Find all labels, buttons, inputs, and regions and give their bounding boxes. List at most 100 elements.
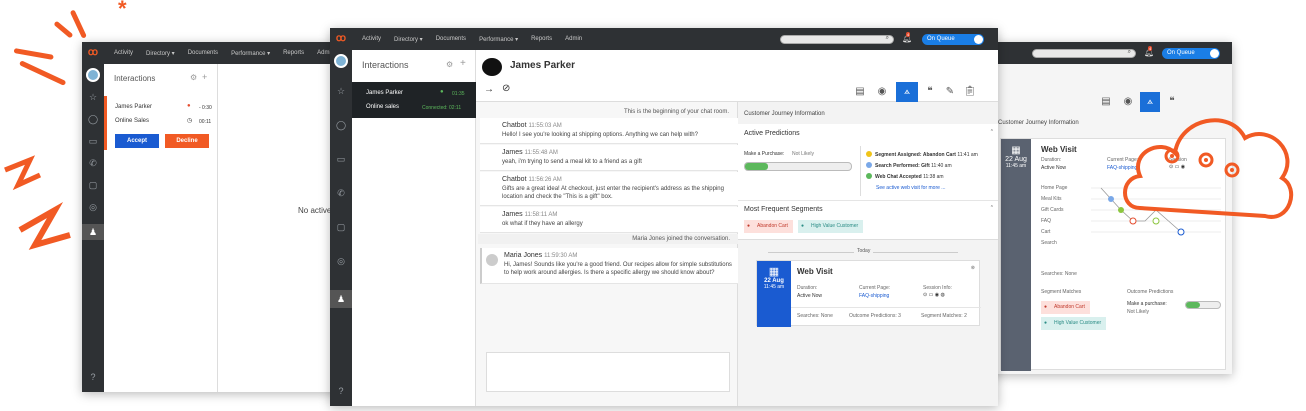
session-icons: ⊙ ▭ ◉ ◍ <box>923 292 945 298</box>
interactions-panel: Interactions ⚙ + James Parker ● - 0:30 O… <box>104 64 218 392</box>
journey-icon[interactable]: ⟑ <box>896 82 918 102</box>
web-visit-title: Web Visit <box>797 267 833 276</box>
customer-journey-panel: Customer Journey Information Active Pred… <box>738 102 998 406</box>
info-icon[interactable]: ⊗ <box>971 265 975 271</box>
prediction-bar <box>744 162 852 171</box>
inbox-icon[interactable]: ▢ <box>330 222 352 233</box>
settings-icon[interactable]: ⚙ <box>190 73 197 82</box>
script-icon[interactable]: ▤ <box>852 84 868 100</box>
nav-directory[interactable]: Directory ▾ <box>394 36 423 43</box>
left-window: ꝏ Activity Directory ▾ Documents Perform… <box>82 42 342 392</box>
chat-message: Chatbot 11:56:26 AM Gifts are a great id… <box>480 172 738 206</box>
interaction-list-item[interactable]: James Parker ● - 0:30 Online Sales ◷ 00:… <box>104 96 218 150</box>
add-user-icon[interactable]: ♟ <box>330 290 352 308</box>
segment-tag: ● High Value Customer <box>1041 317 1107 330</box>
help-icon[interactable]: ? <box>330 386 352 396</box>
phone-icon[interactable]: ✆ <box>330 188 352 199</box>
interactions-panel: Interactions ⚙ + James Parker ● 01:35 On… <box>352 50 476 406</box>
chat-start: This is the beginning of your chat room. <box>623 109 729 115</box>
agent-avatar <box>486 254 498 266</box>
profile-icon[interactable]: ◉ <box>874 84 890 100</box>
bell-icon[interactable]: 🔔︎ 4 <box>1144 46 1154 57</box>
bell-icon[interactable]: 🔔︎ 4 <box>902 32 912 43</box>
decline-button[interactable]: Decline <box>165 134 209 148</box>
see-more-link[interactable]: See active web visit for more ... <box>876 185 945 191</box>
settings-icon[interactable]: ⚙ <box>446 60 453 69</box>
search-input[interactable]: ⌕ <box>780 35 894 44</box>
add-icon[interactable]: + <box>202 72 207 82</box>
nav-reports[interactable]: Reports <box>283 50 304 57</box>
video-icon[interactable]: ▭ <box>330 154 352 165</box>
chat-message: James 11:55:48 AM yeah, i'm trying to se… <box>480 145 738 171</box>
avatar[interactable] <box>86 68 100 82</box>
person-icon: ● <box>801 223 805 229</box>
person-icon: ● <box>1044 304 1048 310</box>
chat-icon[interactable]: ◯ <box>82 114 104 125</box>
nav-admin[interactable]: Admin <box>565 36 582 43</box>
globe-icon[interactable]: ◎ <box>330 256 352 267</box>
nav-performance[interactable]: Performance ▾ <box>479 36 518 43</box>
current-page-link[interactable]: FAQ-shipping <box>859 293 889 299</box>
collapse-icon[interactable]: ⌃ <box>990 205 994 211</box>
event-row: Segment Assigned: Abandon Cart 11:41 am <box>866 151 978 158</box>
clock-icon: ◷ <box>187 118 193 124</box>
accept-button[interactable]: Accept <box>115 134 159 148</box>
prediction-bar <box>1185 301 1221 309</box>
search-icon: ⌕ <box>1127 49 1131 55</box>
calendar-icon: ▦ <box>768 266 780 278</box>
decorative-cloud <box>1123 118 1293 219</box>
top-bar: ꝏ Activity Directory ▾ Documents Perform… <box>330 28 998 50</box>
segment-tag: ● Abandon Cart <box>1041 301 1090 314</box>
nav-reports[interactable]: Reports <box>531 36 552 43</box>
help-icon[interactable]: ? <box>82 372 104 382</box>
clipboard-icon[interactable]: 📋︎ <box>962 84 978 100</box>
person-icon: ● <box>747 223 751 229</box>
collapse-icon[interactable]: ⌃ <box>990 129 994 135</box>
chat-bubble-icon <box>482 58 502 76</box>
chat-icon[interactable]: ◯ <box>330 120 352 131</box>
transfer-icon[interactable]: → <box>484 84 494 95</box>
cj-title: Customer Journey Information <box>744 111 825 117</box>
active-interaction[interactable]: James Parker ● 01:35 Online sales Connec… <box>352 82 476 118</box>
system-message: Maria Jones joined the conversation. <box>478 234 738 244</box>
top-bar: ꝏ Activity Directory ▾ Documents Perform… <box>82 42 342 64</box>
side-rail: ☆ ◯ ▭ ✆ ▢ ◎ ♟ ? <box>330 50 352 406</box>
star-icon[interactable]: ☆ <box>330 86 352 97</box>
conversation-header: James Parker → ⊘ ▤ ◉ ⟑ ❝ ✎ 📋︎ <box>476 50 998 102</box>
edit-icon[interactable]: ✎ <box>942 84 958 100</box>
chat-message: James 11:58:11 AM ok what if they have a… <box>480 207 738 233</box>
add-user-icon[interactable]: ♟ <box>82 224 104 240</box>
logo: ꝏ <box>87 47 99 58</box>
globe-icon[interactable]: ◎ <box>82 202 104 213</box>
add-icon[interactable]: + <box>460 58 466 69</box>
cj-title: Customer Journey Information <box>998 120 1079 126</box>
on-queue-toggle[interactable]: On Queue <box>922 34 984 45</box>
quote-icon[interactable]: ❝ <box>922 84 938 100</box>
web-visit-card: ▦ 22 Aug 11:45 am Web Visit ⊗ Duration: … <box>756 260 981 327</box>
on-queue-toggle[interactable]: On Queue <box>1162 48 1220 59</box>
nav-documents[interactable]: Documents <box>188 50 218 57</box>
nav-activity[interactable]: Activity <box>362 36 381 43</box>
side-rail: ☆ ◯ ▭ ✆ ▢ ◎ ♟ ? <box>82 64 104 392</box>
video-icon[interactable]: ▭ <box>82 136 104 147</box>
search-input[interactable]: ⌕ <box>1032 49 1136 58</box>
event-row: Web Chat Accepted 11:38 am <box>866 173 944 180</box>
nav-performance[interactable]: Performance ▾ <box>231 50 270 57</box>
message-input[interactable] <box>486 352 730 392</box>
star-icon[interactable]: ☆ <box>82 92 104 103</box>
search-icon: ⌕ <box>885 35 889 41</box>
calendar-icon: ▦ <box>1011 145 1021 156</box>
chat-icon: ● <box>187 103 191 109</box>
avatar[interactable] <box>334 54 348 68</box>
nav-documents[interactable]: Documents <box>436 36 466 43</box>
nav-activity[interactable]: Activity <box>114 50 133 57</box>
phone-icon[interactable]: ✆ <box>82 158 104 169</box>
nav-directory[interactable]: Directory ▾ <box>146 50 175 57</box>
script-icon[interactable]: ▤ <box>1098 94 1114 110</box>
inbox-icon[interactable]: ▢ <box>82 180 104 191</box>
empty-state: No active <box>298 206 332 215</box>
chat-message: Chatbot 11:55:03 AM Hello! I see you're … <box>480 118 738 144</box>
mute-icon[interactable]: ⊘ <box>502 83 510 94</box>
segment-tag: ● Abandon Cart <box>744 220 793 233</box>
date-column: ▦ 22 Aug 11:45 am <box>1001 139 1031 371</box>
